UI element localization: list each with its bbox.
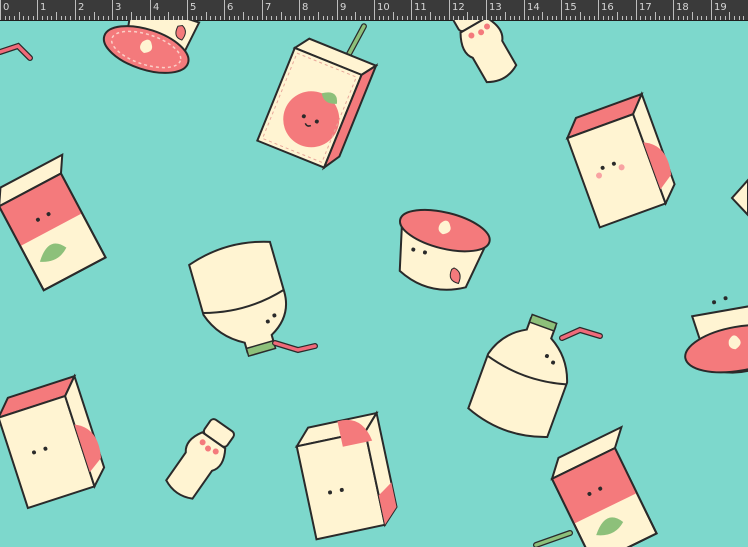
ruler-label: 0 [3, 2, 10, 13]
ruler-label: 13 [489, 2, 502, 13]
drink-bottle-sticker [188, 240, 318, 358]
ruler-label: 7 [265, 2, 272, 13]
ruler-label: 16 [601, 2, 614, 13]
yakult-bottle-sticker [449, 20, 518, 84]
yakult-bottle-sticker [165, 418, 235, 500]
canvas[interactable] [0, 20, 748, 547]
ruler-label: 12 [452, 2, 465, 13]
straw-fragment [0, 42, 33, 61]
ruler-label: 15 [564, 2, 577, 13]
ruler-label: 5 [190, 2, 197, 13]
juice-box-sticker [294, 410, 398, 541]
ruler-label: 6 [227, 2, 234, 13]
yogurt-cup-sticker [102, 20, 201, 74]
ruler-label: 2 [78, 2, 85, 13]
juice-box-sticker [0, 152, 107, 292]
yogurt-cup-sticker [684, 296, 748, 374]
ruler-label: 1 [40, 2, 47, 13]
horizontal-ruler[interactable]: 0 1 2 3 4 5 6 7 8 9 10 11 12 13 14 15 16 17 18 19 [0, 0, 748, 21]
ruler-label: 9 [340, 2, 347, 13]
juice-box-fragment [730, 178, 748, 217]
ruler-label: 3 [115, 2, 122, 13]
ruler-ticks [0, 0, 744, 20]
juice-box-sticker [256, 23, 379, 171]
juice-box-sticker [565, 91, 676, 229]
juice-box-sticker [533, 425, 658, 547]
ruler-label: 10 [377, 2, 390, 13]
ruler-label: 4 [153, 2, 160, 13]
ruler-label: 19 [714, 2, 727, 13]
ruler-label: 18 [676, 2, 689, 13]
ruler-label: 14 [527, 2, 540, 13]
ruler-label: 8 [302, 2, 309, 13]
ruler-label: 17 [639, 2, 652, 13]
ruler-label: 11 [414, 2, 427, 13]
yogurt-cup-sticker [398, 208, 491, 291]
juice-box-sticker [0, 373, 106, 510]
